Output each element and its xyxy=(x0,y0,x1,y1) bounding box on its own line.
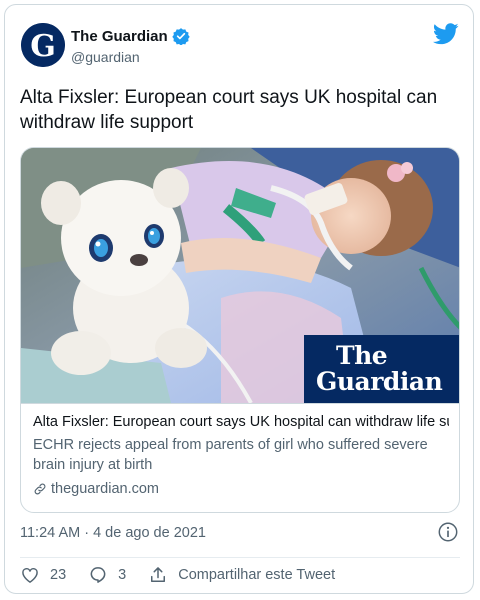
guardian-logo: The Guardian xyxy=(304,335,459,403)
reply-button[interactable]: 3 xyxy=(88,565,126,585)
card-title[interactable]: Alta Fixsler: European court says UK hos… xyxy=(33,414,449,430)
card-domain-row: theguardian.com xyxy=(33,481,449,497)
avatar-letter: G xyxy=(30,29,56,64)
author-name-row[interactable]: The Guardian xyxy=(71,27,190,45)
share-button[interactable]: Compartilhar este Tweet xyxy=(148,565,335,585)
share-label: Compartilhar este Tweet xyxy=(178,567,336,583)
tweet-card[interactable]: G The Guardian @guardian Alta Fixsler: E… xyxy=(4,4,474,594)
divider xyxy=(20,557,460,558)
twitter-bird-icon[interactable] xyxy=(433,23,459,45)
share-icon xyxy=(151,567,166,582)
like-button[interactable]: 23 xyxy=(20,565,66,585)
reply-count: 3 xyxy=(118,567,127,583)
card-body[interactable]: Alta Fixsler: European court says UK hos… xyxy=(21,403,459,512)
heart-icon xyxy=(22,567,38,583)
author-name[interactable]: The Guardian xyxy=(71,28,168,45)
logo-line-2: Guardian xyxy=(316,367,443,396)
tweet-actions: 23 3 Compartilhar este Tweet xyxy=(20,565,357,585)
verified-badge-icon xyxy=(171,28,190,45)
author-handle[interactable]: @guardian xyxy=(71,49,140,65)
like-count: 23 xyxy=(50,567,67,583)
logo-line-1: The xyxy=(336,341,388,370)
link-icon xyxy=(34,483,46,495)
reply-icon xyxy=(90,567,106,583)
tweet-text: Alta Fixsler: European court says UK hos… xyxy=(20,87,438,133)
tweet-timestamp[interactable]: 11:24 AM · 4 de ago de 2021 xyxy=(20,525,206,541)
card-domain: theguardian.com xyxy=(51,481,160,497)
link-card[interactable]: The Guardian Alta Fixsler: European cour… xyxy=(20,147,460,513)
card-image[interactable]: The Guardian xyxy=(21,148,459,403)
avatar[interactable]: G xyxy=(21,23,65,67)
card-description: ECHR rejects appeal from parents of girl… xyxy=(33,437,428,473)
info-icon[interactable] xyxy=(437,521,459,543)
